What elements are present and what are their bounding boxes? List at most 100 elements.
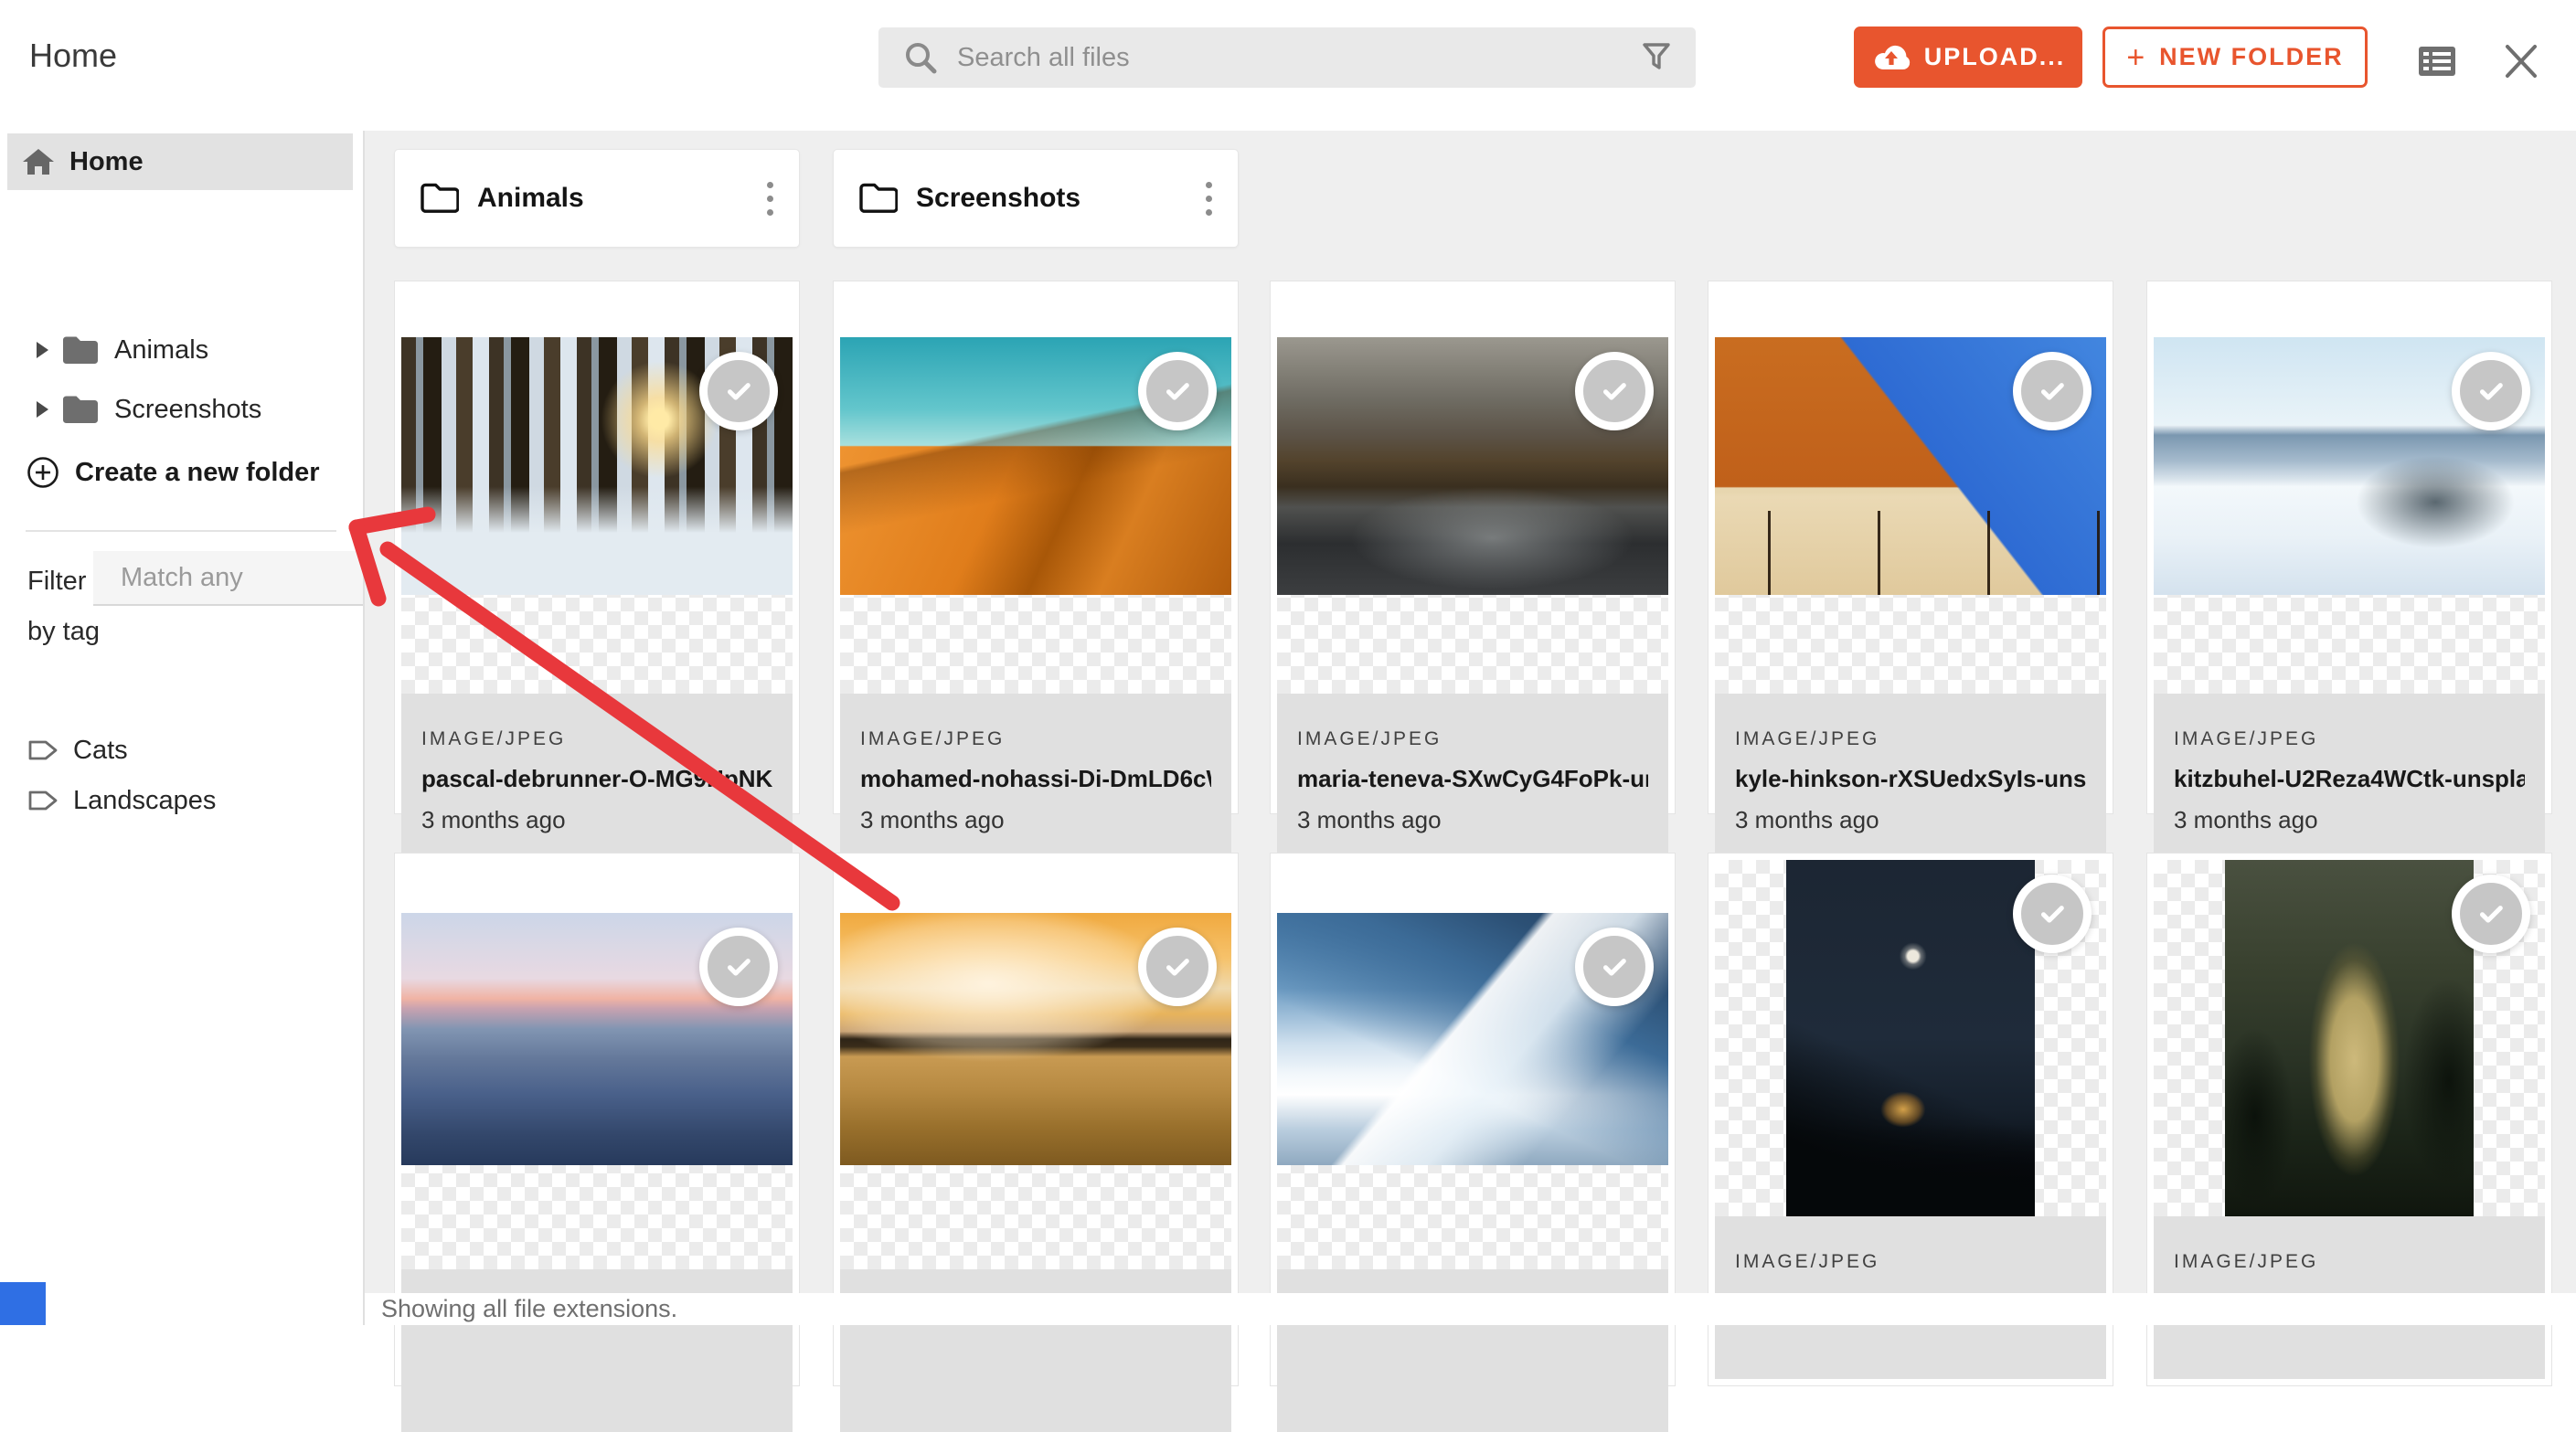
match-any-value: Match any	[121, 563, 243, 593]
file-modified: 3 months ago	[860, 806, 1211, 834]
file-card[interactable]: IMAGE/JPEG mohamed-nohassi-Di-DmLD6cW8..…	[833, 281, 1239, 814]
transparency-checker	[1277, 913, 1668, 1269]
select-check-icon[interactable]	[1575, 928, 1654, 1006]
transparency-checker	[2154, 860, 2545, 1216]
file-name: kitzbuhel-U2Reza4WCtk-unsplas...	[2174, 765, 2525, 793]
select-check-icon[interactable]	[2452, 352, 2530, 430]
create-folder-label: Create a new folder	[75, 458, 320, 488]
sidebar-folder-label: Screenshots	[114, 395, 261, 425]
upload-button[interactable]: UPLOAD...	[1854, 27, 2082, 88]
tag-icon	[27, 788, 59, 813]
close-icon[interactable]	[2497, 40, 2545, 82]
transparency-checker	[2154, 337, 2545, 694]
select-check-icon[interactable]	[2013, 352, 2092, 430]
file-meta: IMAGE/JPEG pascal-debrunner-O-MG9HpNKgI.…	[401, 694, 793, 856]
page-title: Home	[29, 37, 117, 75]
main-content: Animals Screenshots IMAGE/JPEG pascal-de…	[365, 131, 2576, 1325]
kebab-menu-icon[interactable]	[750, 171, 790, 226]
plus-icon: +	[2126, 42, 2145, 73]
filter-funnel-icon[interactable]	[1641, 42, 1672, 73]
file-card[interactable]: IMAGE/JPEG pascal-debrunner-O-MG9HpNKgI.…	[394, 281, 800, 814]
filter-by-tag-label: Filter by tag	[27, 557, 101, 657]
folder-icon	[61, 334, 100, 366]
sidebar-item-animals[interactable]: Animals	[0, 324, 363, 376]
home-icon	[22, 147, 55, 176]
folder-card-name: Animals	[477, 183, 750, 214]
match-any-select[interactable]: Match any	[93, 551, 363, 606]
select-check-icon[interactable]	[1138, 928, 1217, 1006]
status-bar: Showing all file extensions.	[365, 1293, 2576, 1325]
sidebar: Home Animals Screenshots Create a new fo…	[0, 131, 365, 1325]
search-input[interactable]	[955, 42, 1641, 74]
image-thumbnail	[1786, 860, 2035, 1216]
folder-outline-icon	[857, 181, 898, 216]
search-icon	[902, 39, 939, 76]
select-check-icon[interactable]	[699, 928, 778, 1006]
file-modified: 3 months ago	[2174, 806, 2525, 834]
tag-label: Landscapes	[73, 786, 216, 816]
file-modified: 3 months ago	[1735, 806, 2086, 834]
file-type-label: IMAGE/JPEG	[860, 728, 1211, 750]
transparency-checker	[401, 337, 793, 694]
file-name: maria-teneva-SXwCyG4FoPk-uns...	[1297, 765, 1648, 793]
sidebar-folder-label: Animals	[114, 335, 208, 366]
file-meta: IMAGE/JPEG kyle-hinkson-rXSUedxSyIs-unsp…	[1715, 694, 2106, 856]
new-folder-button[interactable]: + NEW FOLDER	[2102, 27, 2368, 88]
select-check-icon[interactable]	[1575, 352, 1654, 430]
sidebar-item-screenshots[interactable]: Screenshots	[0, 384, 363, 435]
file-type-label: IMAGE/JPEG	[421, 728, 772, 750]
file-name: kyle-hinkson-rXSUedxSyIs-unspl...	[1735, 765, 2086, 793]
folder-icon	[61, 394, 100, 425]
top-bar: Home UPLOAD... + NEW FOLDER	[0, 0, 2576, 131]
sidebar-divider	[26, 530, 336, 532]
select-check-icon[interactable]	[1138, 352, 1217, 430]
file-type-label: IMAGE/JPEG	[2174, 728, 2525, 750]
tag-label: Cats	[73, 736, 128, 766]
tag-item-landscapes[interactable]: Landscapes	[0, 775, 363, 826]
file-meta: IMAGE/JPEG mohamed-nohassi-Di-DmLD6cW8..…	[840, 694, 1231, 856]
folder-card-name: Screenshots	[916, 183, 1188, 214]
image-thumbnail	[2225, 860, 2474, 1216]
new-folder-label: NEW FOLDER	[2159, 43, 2344, 71]
transparency-checker	[840, 913, 1231, 1269]
folder-card-screenshots[interactable]: Screenshots	[833, 149, 1239, 248]
list-view-icon[interactable]	[2413, 40, 2461, 82]
kebab-menu-icon[interactable]	[1188, 171, 1229, 226]
transparency-checker	[1715, 337, 2106, 694]
sidebar-item-home[interactable]: Home	[7, 133, 353, 190]
file-meta: IMAGE/JPEG kitzbuhel-U2Reza4WCtk-unsplas…	[2154, 694, 2545, 856]
upload-label: UPLOAD...	[1924, 43, 2066, 71]
file-type-label: IMAGE/JPEG	[1735, 1251, 2086, 1273]
select-check-icon[interactable]	[2013, 875, 2092, 953]
sidebar-home-label: Home	[69, 147, 144, 177]
file-type-label: IMAGE/JPEG	[1735, 728, 2086, 750]
create-new-folder-button[interactable]: Create a new folder	[0, 447, 363, 498]
folder-card-animals[interactable]: Animals	[394, 149, 800, 248]
corner-marker	[0, 1282, 46, 1325]
tag-item-cats[interactable]: Cats	[0, 725, 363, 776]
select-check-icon[interactable]	[2452, 875, 2530, 953]
file-name: mohamed-nohassi-Di-DmLD6cW8...	[860, 765, 1211, 793]
status-text: Showing all file extensions.	[381, 1295, 677, 1323]
chevron-right-icon[interactable]	[37, 342, 48, 358]
file-card[interactable]: IMAGE/JPEG maria-teneva-SXwCyG4FoPk-uns.…	[1270, 281, 1676, 814]
file-modified: 3 months ago	[421, 806, 772, 834]
transparency-checker	[1277, 337, 1668, 694]
chevron-right-icon[interactable]	[37, 401, 48, 418]
tag-icon	[27, 737, 59, 763]
transparency-checker	[401, 913, 793, 1269]
upload-cloud-icon	[1871, 42, 1911, 73]
file-card[interactable]: IMAGE/JPEG kitzbuhel-U2Reza4WCtk-unsplas…	[2146, 281, 2552, 814]
file-card[interactable]: IMAGE/JPEG kyle-hinkson-rXSUedxSyIs-unsp…	[1708, 281, 2113, 814]
file-type-label: IMAGE/JPEG	[2174, 1251, 2525, 1273]
file-type-label: IMAGE/JPEG	[1297, 728, 1648, 750]
plus-circle-icon	[26, 455, 60, 490]
transparency-checker	[1715, 860, 2106, 1216]
select-check-icon[interactable]	[699, 352, 778, 430]
file-name: pascal-debrunner-O-MG9HpNKgI...	[421, 765, 772, 793]
transparency-checker	[840, 337, 1231, 694]
file-modified: 3 months ago	[1297, 806, 1648, 834]
search-box[interactable]	[878, 27, 1696, 88]
folder-outline-icon	[419, 181, 459, 216]
file-meta: IMAGE/JPEG maria-teneva-SXwCyG4FoPk-uns.…	[1277, 694, 1668, 856]
